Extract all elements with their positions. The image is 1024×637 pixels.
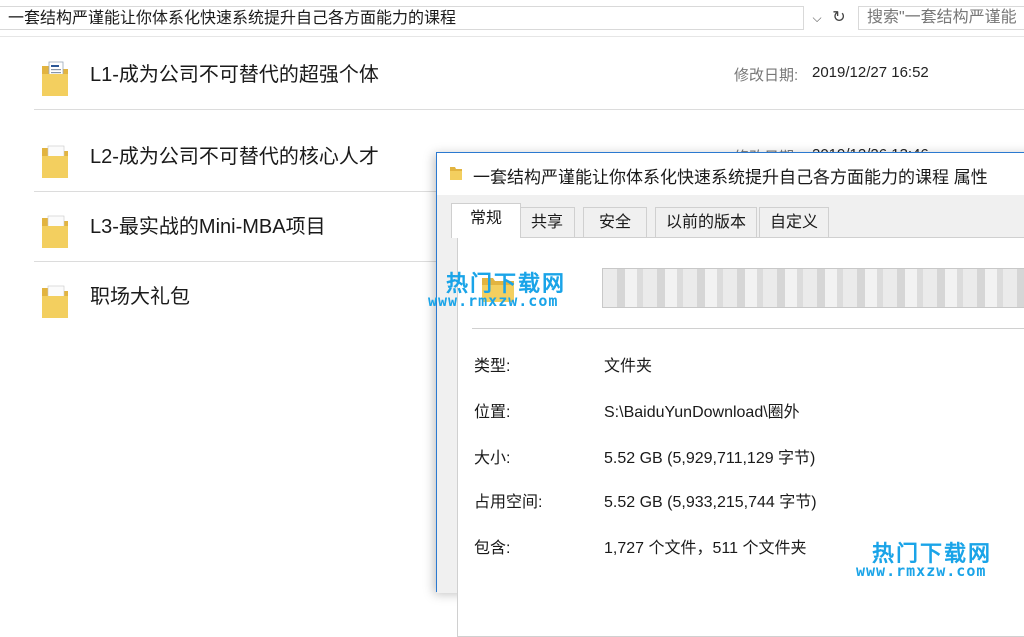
tab-sharing[interactable]: 共享	[519, 207, 575, 237]
file-name: L2-成为公司不可替代的核心人才	[90, 146, 379, 168]
refresh-icon[interactable]: ↻	[828, 6, 850, 30]
dialog-title: 一套结构严谨能让你体系化快速系统提升自己各方面能力的课程 属性	[473, 168, 988, 187]
tab-previous-versions[interactable]: 以前的版本	[655, 207, 757, 237]
search-input[interactable]: 搜索"一套结构严谨能	[858, 6, 1024, 30]
type-value: 文件夹	[604, 358, 653, 375]
folder-icon	[42, 145, 68, 178]
folder-name-field[interactable]	[602, 268, 1024, 308]
contains-label: 包含:	[474, 540, 511, 557]
size-on-disk-label: 占用空间:	[474, 494, 543, 511]
folder-icon	[482, 278, 514, 302]
address-bar: 一套结构严谨能让你体系化快速系统提升自己各方面能力的课程 ⌵ ↻ 搜索"一套结构…	[0, 0, 1024, 37]
date-label: 修改日期:	[734, 67, 799, 84]
address-dropdown-icon[interactable]: ⌵	[806, 6, 828, 30]
dialog-body: 常规 共享 安全 以前的版本 自定义 类型: 文件夹 位置: S:\BaiduY…	[437, 195, 1024, 637]
folder-icon	[450, 167, 462, 180]
size-on-disk-value: 5.52 GB (5,933,215,744 字节)	[604, 494, 817, 511]
tab-customize[interactable]: 自定义	[759, 207, 829, 237]
folder-icon	[42, 215, 68, 248]
type-label: 类型:	[474, 358, 511, 375]
general-tab-panel: 类型: 文件夹 位置: S:\BaiduYunDownload\圈外 大小: 5…	[457, 237, 1024, 637]
modified-date: 2019/12/27 16:52	[812, 64, 929, 81]
divider	[472, 328, 1024, 329]
tab-general[interactable]: 常规	[451, 203, 521, 238]
file-name: L1-成为公司不可替代的超强个体	[90, 64, 379, 86]
contains-value: 1,727 个文件，511 个文件夹	[604, 540, 807, 557]
address-path-field[interactable]: 一套结构严谨能让你体系化快速系统提升自己各方面能力的课程	[0, 6, 804, 30]
file-name: L3-最实战的Mini-MBA项目	[90, 216, 326, 238]
folder-icon	[42, 285, 68, 318]
location-label: 位置:	[474, 404, 511, 421]
properties-dialog: 一套结构严谨能让你体系化快速系统提升自己各方面能力的课程 属性 常规 共享 安全…	[436, 152, 1024, 637]
dialog-title-bar[interactable]: 一套结构严谨能让你体系化快速系统提升自己各方面能力的课程 属性	[437, 153, 1024, 195]
folder-document-icon	[42, 61, 68, 96]
location-value: S:\BaiduYunDownload\圈外	[604, 404, 800, 421]
size-label: 大小:	[474, 450, 511, 467]
file-name: 职场大礼包	[90, 286, 190, 308]
size-value: 5.52 GB (5,929,711,129 字节)	[604, 450, 816, 467]
list-item[interactable]: L1-成为公司不可替代的超强个体 修改日期: 2019/12/27 16:52	[34, 40, 1024, 110]
tab-security[interactable]: 安全	[583, 207, 647, 237]
